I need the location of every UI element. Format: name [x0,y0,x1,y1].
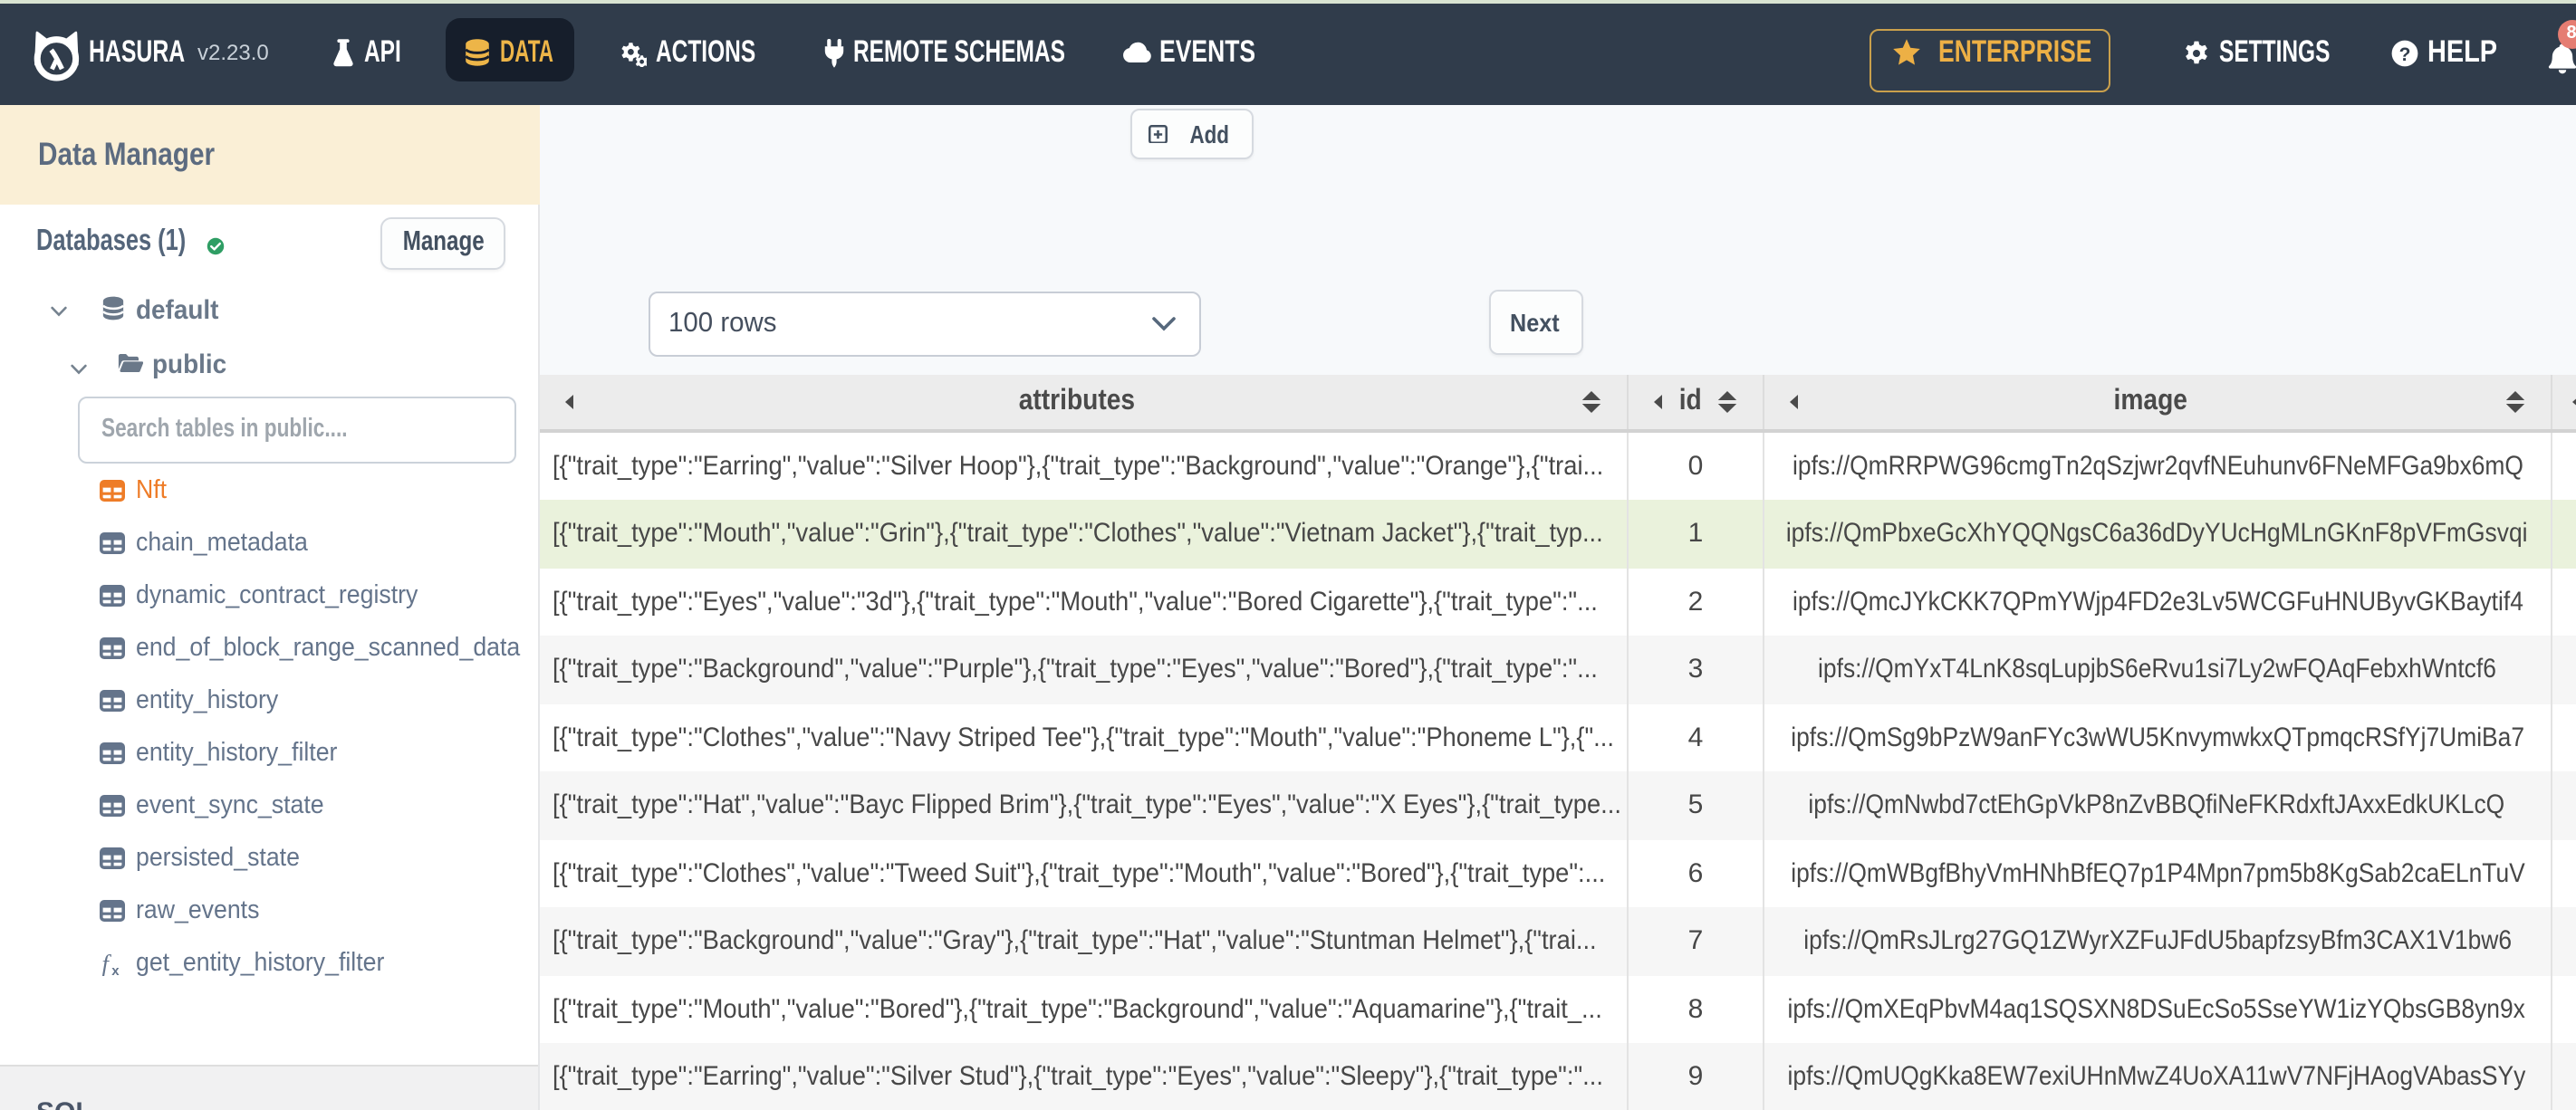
svg-text:?: ? [2399,43,2411,64]
svg-text:f: f [101,952,111,975]
svg-text:x: x [111,962,120,975]
